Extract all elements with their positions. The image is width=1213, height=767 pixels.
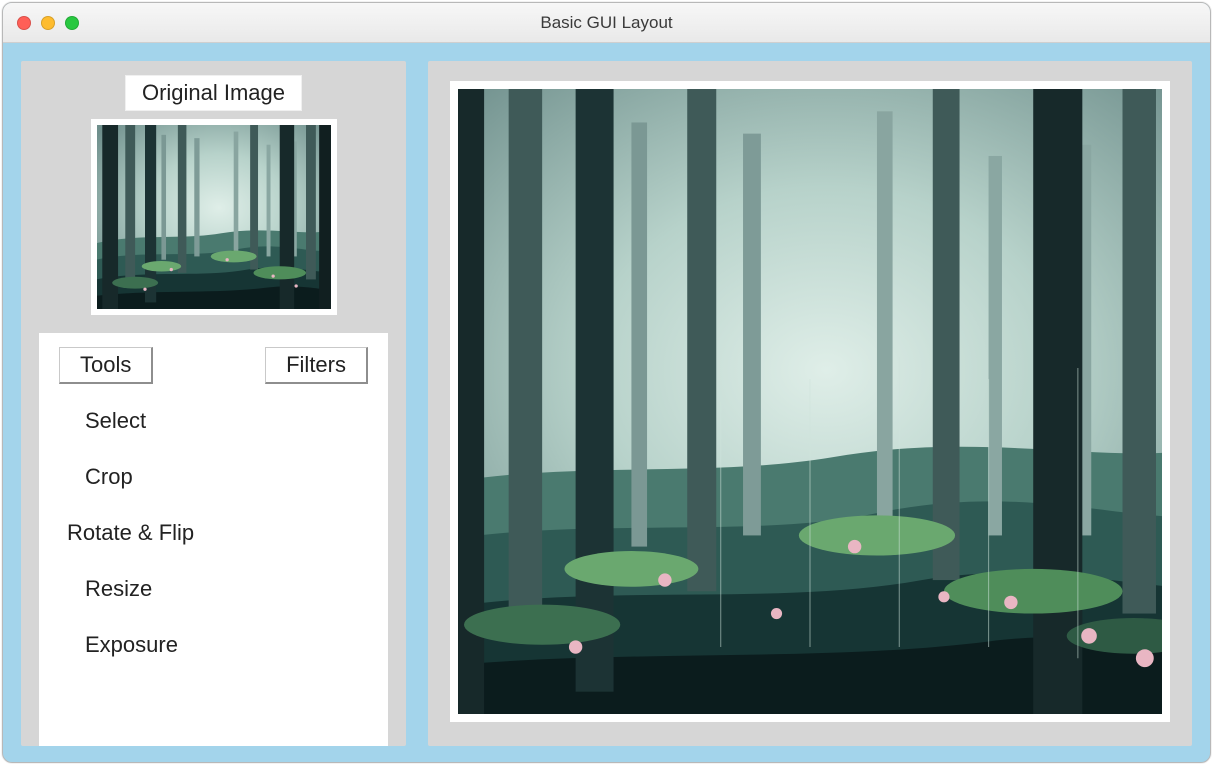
tool-panel: Tools Filters Select Crop Rotate & Flip … bbox=[39, 333, 388, 746]
titlebar: Basic GUI Layout bbox=[3, 3, 1210, 43]
tool-exposure[interactable]: Exposure bbox=[67, 632, 178, 658]
window-title: Basic GUI Layout bbox=[3, 13, 1210, 33]
main-image bbox=[458, 89, 1162, 714]
thumbnail-frame bbox=[91, 119, 337, 315]
content-area: Original Image bbox=[3, 43, 1210, 762]
main-panel bbox=[428, 61, 1192, 746]
tool-select[interactable]: Select bbox=[67, 408, 146, 434]
app-window: Basic GUI Layout Original Image bbox=[2, 2, 1211, 763]
tool-list: Select Crop Rotate & Flip Resize Exposur… bbox=[55, 402, 372, 658]
tab-tools[interactable]: Tools bbox=[59, 347, 153, 384]
tool-resize[interactable]: Resize bbox=[67, 576, 152, 602]
tab-row: Tools Filters bbox=[55, 347, 372, 384]
close-icon[interactable] bbox=[17, 16, 31, 30]
main-image-frame bbox=[450, 81, 1170, 722]
tool-rotate-flip[interactable]: Rotate & Flip bbox=[67, 520, 194, 546]
tool-crop[interactable]: Crop bbox=[67, 464, 133, 490]
sidebar: Original Image bbox=[21, 61, 406, 746]
original-image-label: Original Image bbox=[125, 75, 302, 111]
window-controls bbox=[3, 16, 79, 30]
tab-filters[interactable]: Filters bbox=[265, 347, 368, 384]
minimize-icon[interactable] bbox=[41, 16, 55, 30]
thumbnail-image bbox=[97, 125, 331, 309]
zoom-icon[interactable] bbox=[65, 16, 79, 30]
